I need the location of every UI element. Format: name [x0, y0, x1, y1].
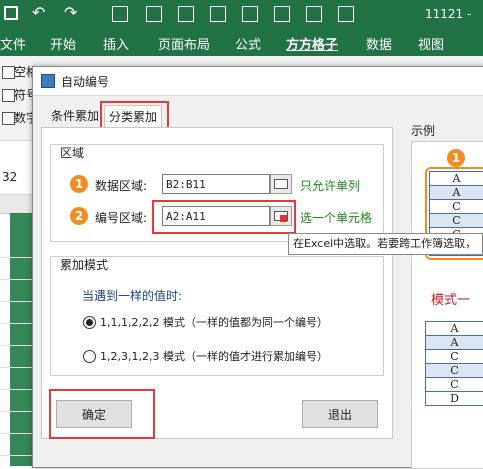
tab-ffcell[interactable]: 方方格子 [286, 34, 338, 53]
example-cell: A [426, 322, 483, 336]
tab-view[interactable]: 视图 [418, 34, 444, 53]
step1-badge: 1 [70, 175, 88, 193]
tab-file[interactable]: 文件 [0, 34, 26, 53]
toolbar-icon-1[interactable] [112, 6, 128, 22]
number-range-label: 编号区域: [95, 209, 147, 226]
toolbar-icon-2[interactable] [146, 6, 162, 22]
example-cell: D [426, 392, 483, 406]
tab-page-layout[interactable]: 页面布局 [158, 34, 210, 53]
example-label: 示例 [411, 122, 435, 139]
dialog-title: 自动编号 [61, 73, 109, 90]
toolbar-icon-5[interactable] [242, 6, 258, 22]
toolbar-icon-4[interactable] [210, 6, 226, 22]
example-table-2: A A C C C D [425, 321, 483, 406]
example-cell: C [430, 214, 483, 228]
accum-question: 当遇到一样的值时: [82, 287, 182, 304]
app-icon [41, 74, 55, 88]
tab-insert[interactable]: 插入 [103, 34, 129, 53]
toolbar-icon-3[interactable] [178, 6, 194, 22]
redo-icon[interactable]: ↷ [64, 3, 77, 22]
data-range-label: 数据区域: [95, 177, 147, 194]
example-cell: A [430, 186, 483, 200]
accum-group-title: 累加模式 [60, 256, 108, 273]
file-name: 11121 - [425, 7, 471, 21]
range-tooltip: 在Excel中选取。若要跨工作簿选取， [288, 233, 483, 255]
region-group-title: 区域 [60, 144, 84, 161]
example-cell: C [426, 378, 483, 392]
highlight-ok-button [49, 389, 155, 439]
highlight-number-range [152, 200, 296, 234]
exit-button[interactable]: 退出 [302, 400, 378, 428]
example-cell: A [426, 336, 483, 350]
example-cell: C [430, 200, 483, 214]
example-badge: 1 [447, 149, 465, 167]
auto-number-dialog: 自动编号 条件累加 分类累加 区域 1 数据区域: B2:B11 只允许单列 2… [32, 66, 483, 468]
example-cell: A [430, 172, 483, 186]
data-range-pick-button[interactable] [270, 174, 292, 194]
tab-formulas[interactable]: 公式 [235, 34, 261, 53]
example-cell: C [426, 364, 483, 378]
mode2-label[interactable]: 1,2,3,1,2,3 模式（一样的值才进行累加编号） [100, 348, 328, 364]
range-picker-icon [274, 179, 288, 189]
name-box[interactable]: 32 [2, 170, 17, 184]
mode2-radio[interactable] [83, 350, 96, 363]
tab-home[interactable]: 开始 [50, 34, 76, 53]
toolbar-icon-6[interactable] [274, 6, 290, 22]
tab-condition-accum[interactable]: 条件累加 [47, 105, 103, 127]
data-range-hint: 只允许单列 [300, 177, 360, 194]
step2-badge: 2 [70, 207, 88, 225]
toolbar-icon-8[interactable] [338, 6, 354, 22]
mode-title: 模式一 [431, 289, 470, 308]
toolbar-icon-7[interactable] [306, 6, 322, 22]
undo-icon[interactable]: ↶ [32, 3, 45, 22]
tab-data[interactable]: 数据 [366, 34, 392, 53]
example-cell: C [426, 350, 483, 364]
save-icon[interactable] [4, 6, 18, 20]
number-range-hint: 选一个单元格 [300, 209, 372, 226]
mode1-label[interactable]: 1,1,1,2,2,2 模式（一样的值都为同一个编号） [100, 314, 328, 330]
data-range-input[interactable]: B2:B11 [162, 174, 270, 194]
mode1-radio[interactable] [83, 316, 96, 329]
